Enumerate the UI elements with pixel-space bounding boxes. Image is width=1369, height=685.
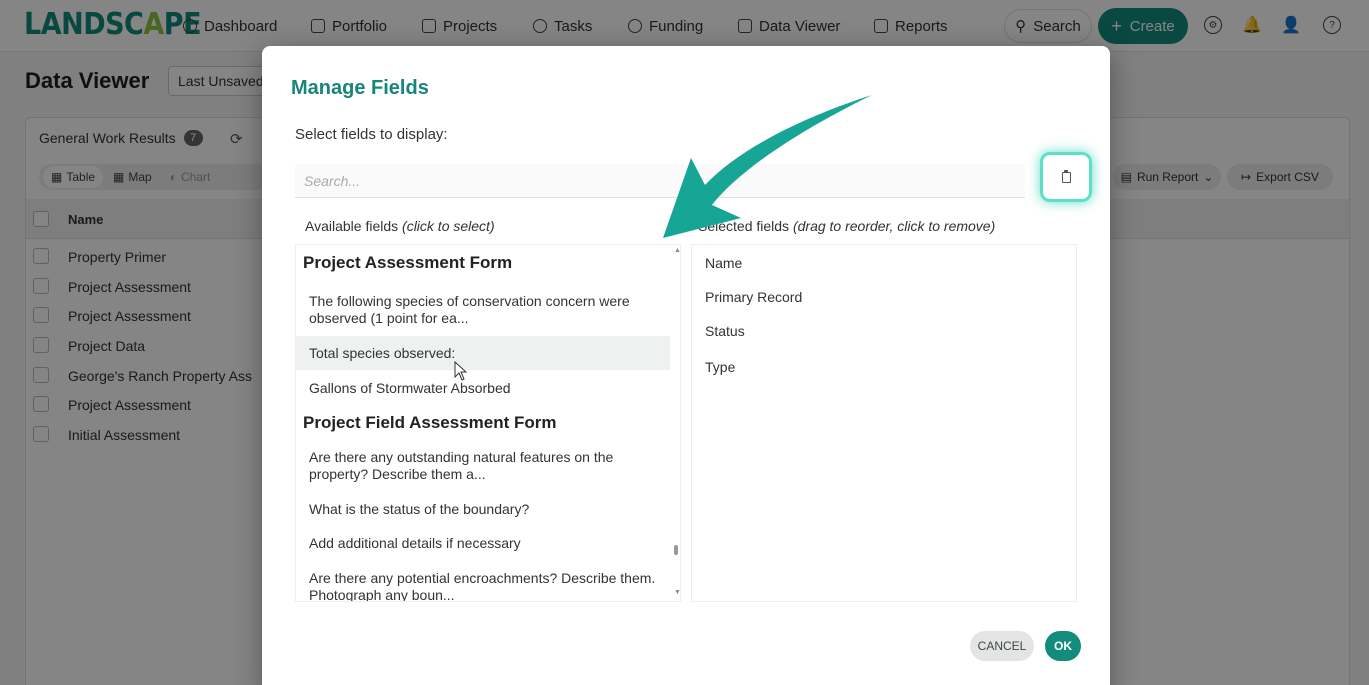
clipboard-icon	[1061, 169, 1071, 183]
clipboard-button[interactable]	[1040, 152, 1092, 202]
list-item[interactable]: Type	[705, 359, 735, 375]
scroll-up-icon[interactable]: ▲	[674, 247, 680, 254]
list-item[interactable]: Primary Record	[705, 289, 802, 305]
scroll-thumb[interactable]	[674, 545, 678, 555]
selected-fields-label: Selected fields (drag to reorder, click …	[698, 218, 996, 234]
field-search-input[interactable]	[295, 164, 1025, 198]
list-item[interactable]: Add additional details if necessary	[296, 535, 670, 552]
available-fields-list[interactable]: Project Assessment Form The following sp…	[295, 244, 681, 602]
list-item[interactable]: The following species of conservation co…	[296, 293, 670, 327]
list-item[interactable]: Name	[705, 255, 742, 271]
available-fields-label: Available fields (click to select)	[305, 218, 495, 234]
list-item[interactable]: Are there any outstanding natural featur…	[296, 449, 670, 483]
dialog-subtitle: Select fields to display:	[295, 126, 448, 143]
group-heading: Project Assessment Form	[303, 253, 513, 272]
list-item[interactable]: Total species observed:	[296, 336, 670, 370]
ok-button[interactable]: OK	[1045, 631, 1081, 661]
selected-fields-list[interactable]: Name Primary Record Status Type	[691, 244, 1077, 602]
list-item[interactable]: Are there any potential encroachments? D…	[296, 570, 670, 601]
group-heading: Project Field Assessment Form	[303, 413, 557, 432]
cancel-button[interactable]: CANCEL	[970, 631, 1034, 661]
list-item[interactable]: Gallons of Stormwater Absorbed	[296, 380, 670, 397]
list-item[interactable]: What is the status of the boundary?	[296, 501, 670, 518]
scrollbar[interactable]: ▲ ▼	[672, 245, 680, 601]
manage-fields-dialog: Manage Fields Select fields to display: …	[262, 46, 1110, 685]
cursor-icon	[454, 361, 468, 381]
list-item[interactable]: Status	[705, 323, 745, 339]
scroll-down-icon[interactable]: ▼	[674, 589, 680, 596]
dialog-title: Manage Fields	[291, 77, 429, 99]
